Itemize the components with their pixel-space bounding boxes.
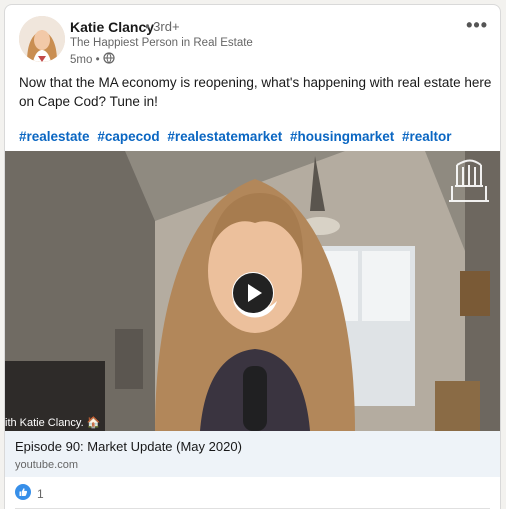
connection-degree: • 3rd+ xyxy=(145,19,180,34)
author-name[interactable]: Katie Clancy xyxy=(70,19,154,35)
reaction-count[interactable]: 1 xyxy=(37,487,44,501)
post-text: Now that the MA economy is reopening, wh… xyxy=(19,75,492,109)
link-preview[interactable]: Episode 90: Market Update (May 2020) you… xyxy=(5,431,500,477)
hashtag-realestatemarket[interactable]: #realestatemarket xyxy=(167,129,282,144)
social-counts[interactable]: 1 xyxy=(15,484,44,503)
hashtag-realtor[interactable]: #realtor xyxy=(402,129,452,144)
post-time: 5mo • xyxy=(70,53,100,66)
hashtags: #realestate #capecod #realestatemarket #… xyxy=(19,129,456,144)
video-caption: ith Katie Clancy. 🏠 xyxy=(5,417,101,429)
hashtag-housingmarket[interactable]: #housingmarket xyxy=(290,129,394,144)
post-header: Katie Clancy • 3rd+ The Happiest Person … xyxy=(5,5,500,67)
avatar[interactable] xyxy=(19,16,65,62)
like-reaction-icon xyxy=(15,484,31,503)
globe-icon xyxy=(102,52,115,67)
link-title[interactable]: Episode 90: Market Update (May 2020) xyxy=(15,439,242,454)
more-options-icon[interactable]: ••• xyxy=(466,15,488,36)
link-domain: youtube.com xyxy=(15,459,78,471)
post-meta: 5mo • xyxy=(70,52,115,67)
video-player[interactable]: ith Katie Clancy. 🏠 xyxy=(5,151,500,431)
post-card: Katie Clancy • 3rd+ The Happiest Person … xyxy=(4,4,501,509)
play-button[interactable] xyxy=(232,272,274,314)
hashtag-realestate[interactable]: #realestate xyxy=(19,129,90,144)
author-headline: The Happiest Person in Real Estate xyxy=(70,37,253,49)
hashtag-capecod[interactable]: #capecod xyxy=(97,129,159,144)
